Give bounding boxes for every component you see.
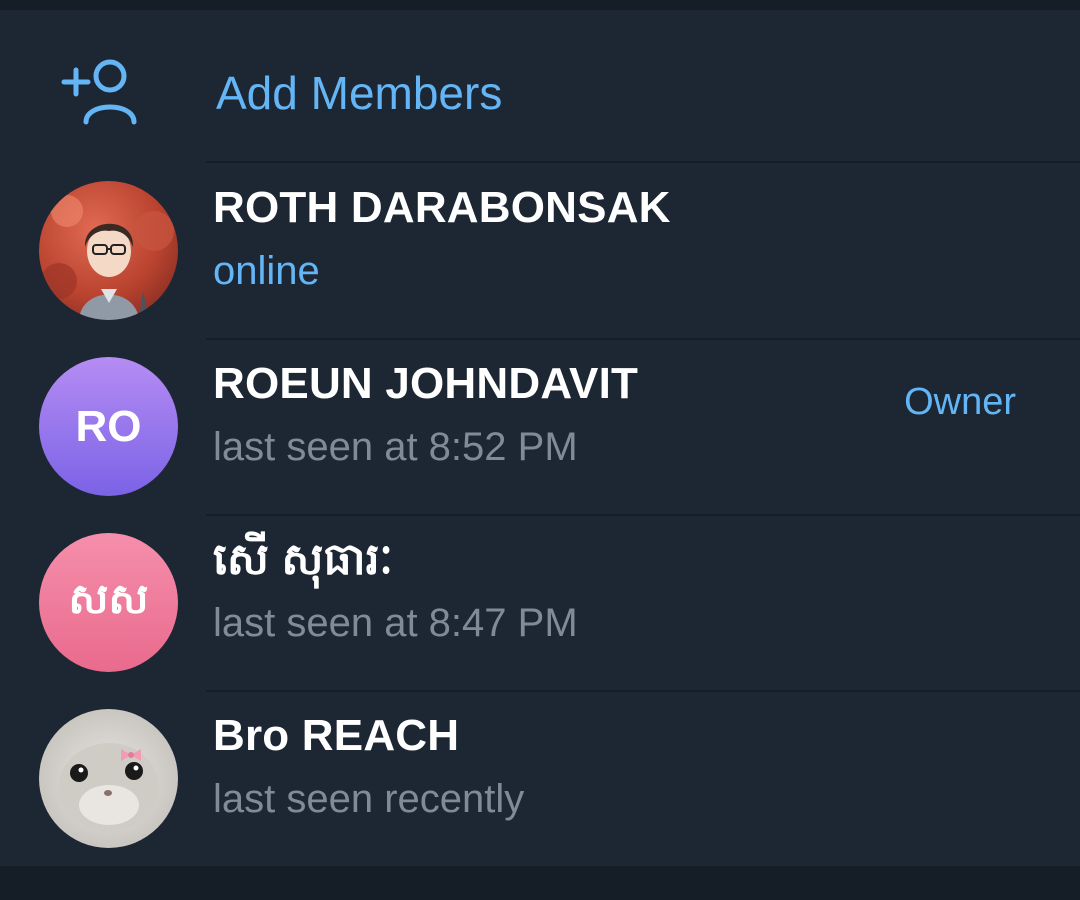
member-row[interactable]: RO ROEUN JOHNDAVIT last seen at 8:52 PM …: [0, 338, 1080, 514]
member-status: online: [213, 249, 320, 293]
member-status: last seen recently: [213, 777, 525, 821]
member-name: Bro REACH: [213, 711, 460, 760]
member-name: ROEUN JOHNDAVIT: [213, 359, 639, 408]
hamster-avatar-icon: [39, 709, 178, 848]
member-row[interactable]: សស សើ សុធារៈ last seen at 8:47 PM: [0, 514, 1080, 690]
member-row[interactable]: Bro REACH last seen recently: [0, 690, 1080, 866]
avatar: [39, 181, 178, 320]
add-person-icon: [60, 56, 140, 128]
avatar-initials: RO: [75, 401, 142, 451]
member-name: សើ សុធារៈ: [213, 535, 394, 584]
member-status: last seen at 8:47 PM: [213, 601, 578, 645]
avatar: RO: [39, 357, 178, 496]
owner-badge: Owner: [904, 381, 1016, 423]
top-bar-edge: [0, 0, 1080, 10]
add-members-label: Add Members: [216, 67, 503, 119]
avatar: [39, 709, 178, 848]
member-name: ROTH DARABONSAK: [213, 183, 671, 232]
avatar: សស: [39, 533, 178, 672]
member-row[interactable]: ROTH DARABONSAK online: [0, 162, 1080, 338]
avatar-initials: សស: [68, 574, 149, 622]
add-members-button[interactable]: Add Members: [0, 10, 1080, 162]
anime-boy-avatar-icon: [39, 181, 178, 320]
bottom-bar-edge: [0, 866, 1080, 900]
member-status: last seen at 8:52 PM: [213, 425, 578, 469]
